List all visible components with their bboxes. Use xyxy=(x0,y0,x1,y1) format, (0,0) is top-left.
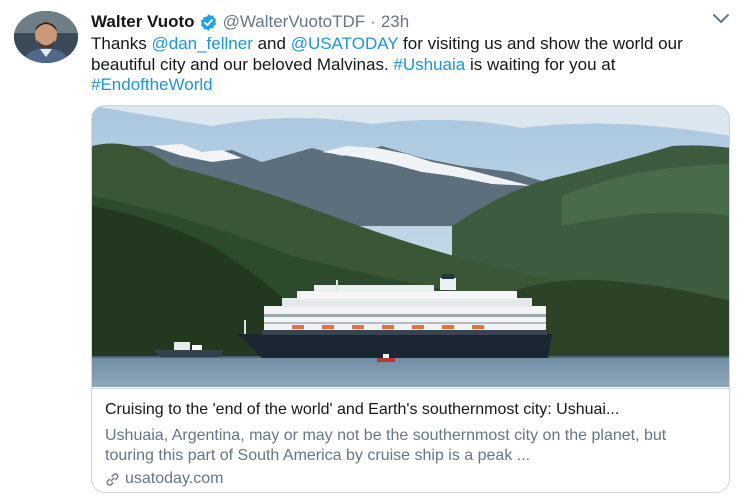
author-handle[interactable]: @WalterVuotoTDF xyxy=(223,12,366,32)
cruise-ship-photo xyxy=(92,106,729,387)
tweet[interactable]: Walter Vuoto @WalterVuotoTDF · 23h Thank… xyxy=(0,0,750,500)
hashtag-endoftheworld[interactable]: #EndoftheWorld xyxy=(91,75,213,94)
mention-dan-fellner[interactable]: @dan_fellner xyxy=(151,34,252,53)
card-title[interactable]: Cruising to the 'end of the world' and E… xyxy=(105,400,715,420)
author-name[interactable]: Walter Vuoto xyxy=(91,12,195,32)
tweet-text-segment: and xyxy=(252,34,291,53)
tweet-text-segment: is waiting for you at xyxy=(465,54,616,74)
tweet-text-segment: Thanks xyxy=(91,34,152,53)
mention-usatoday[interactable]: @USATODAY xyxy=(291,34,399,53)
tweet-header: Walter Vuoto @WalterVuotoTDF · 23h xyxy=(91,11,409,33)
card-body[interactable]: Cruising to the 'end of the world' and E… xyxy=(92,388,729,492)
separator-dot: · xyxy=(370,12,376,31)
card-domain[interactable]: usatoday.com xyxy=(105,469,719,489)
avatar-image xyxy=(14,11,78,63)
tweet-time[interactable]: 23h xyxy=(381,12,409,32)
card-description: Ushuaia, Argentina, may or may not be th… xyxy=(105,427,667,464)
link-icon xyxy=(106,472,119,486)
card-image[interactable] xyxy=(92,106,729,387)
card-domain-label: usatoday.com xyxy=(125,470,224,487)
avatar[interactable] xyxy=(14,11,78,63)
tweet-text: Thanks @dan_fellner and @USATODAY for vi… xyxy=(91,34,721,96)
chevron-down-icon[interactable] xyxy=(712,12,730,26)
hashtag-ushuaia[interactable]: #Ushuaia xyxy=(393,55,465,74)
link-preview-card[interactable]: Cruising to the 'end of the world' and E… xyxy=(91,105,730,493)
verified-badge-icon xyxy=(200,13,216,31)
